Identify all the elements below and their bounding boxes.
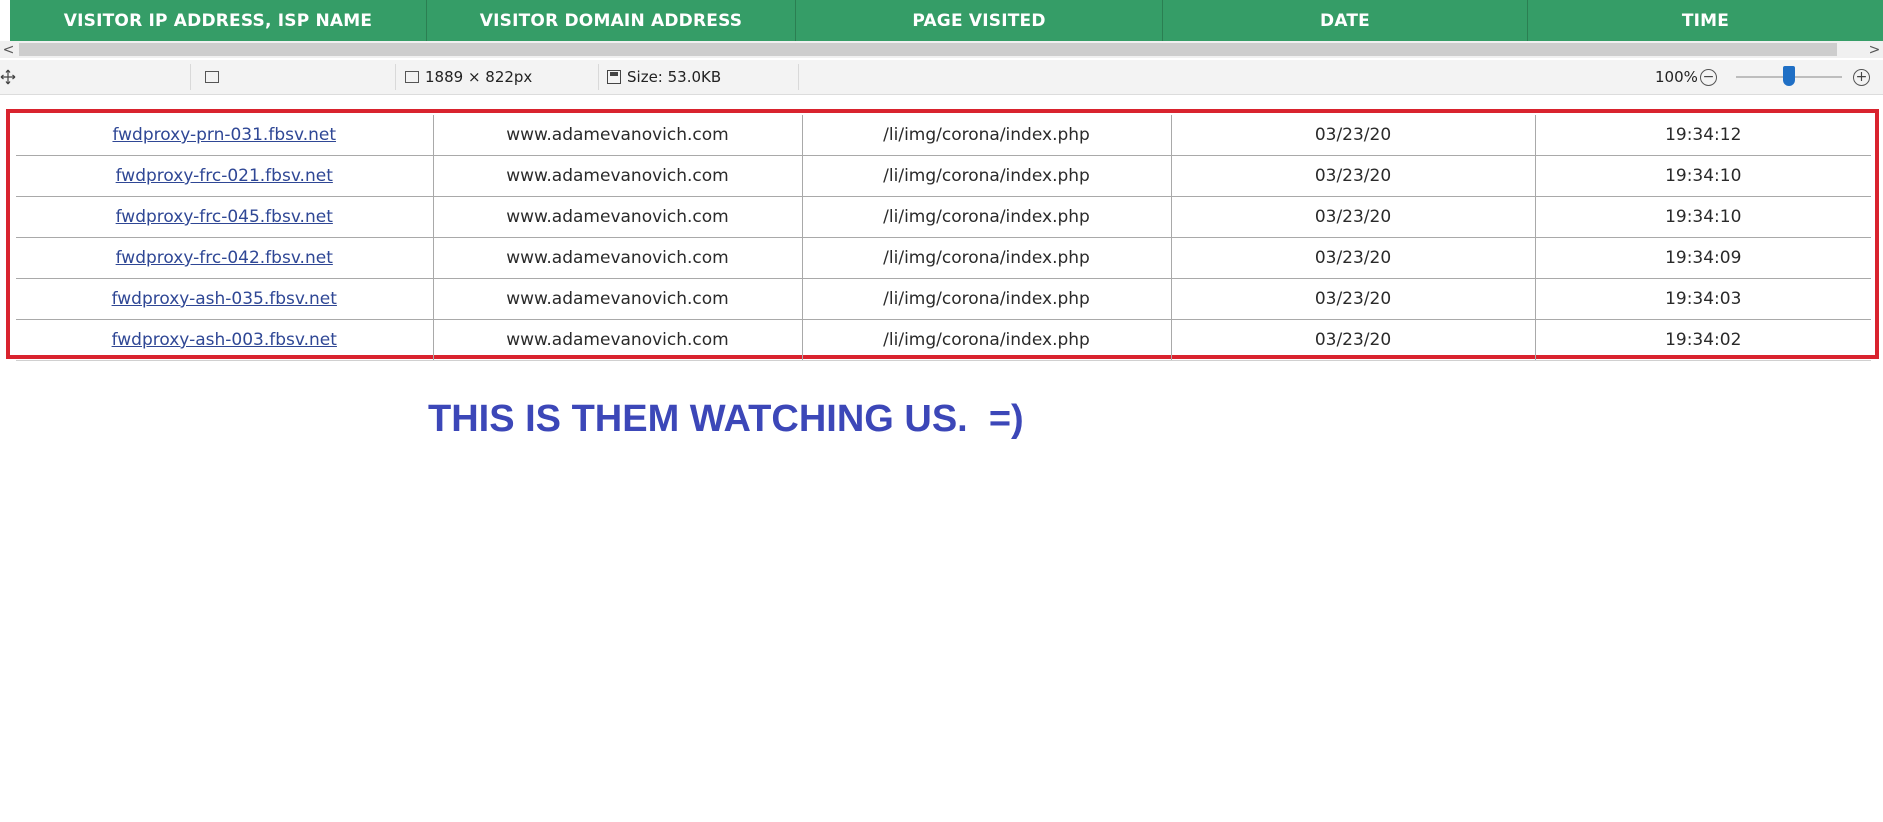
header-visitor-domain[interactable]: VISITOR DOMAIN ADDRESS (427, 0, 796, 41)
page-cell: /li/img/corona/index.php (802, 196, 1172, 238)
selection-icon (205, 60, 225, 94)
date-cell: 03/23/20 (1171, 278, 1536, 320)
table-row: fwdproxy-frc-042.fbsv.net www.adamevanov… (16, 237, 1871, 279)
table-header-row: VISITOR IP ADDRESS, ISP NAME VISITOR DOM… (10, 0, 1883, 41)
highlight-frame: fwdproxy-prn-031.fbsv.net www.adamevanov… (6, 109, 1879, 361)
time-cell: 19:34:10 (1535, 155, 1871, 197)
annotation-caption: THIS IS THEM WATCHING US. =) (428, 398, 1024, 440)
time-cell: 19:34:03 (1535, 278, 1871, 320)
dimensions-text: 1889 × 822px (425, 68, 533, 86)
status-separator (798, 64, 799, 90)
header-page-visited[interactable]: PAGE VISITED (796, 0, 1163, 41)
file-size-text: Size: 53.0KB (627, 68, 722, 86)
table-row: fwdproxy-ash-003.fbsv.net www.adamevanov… (16, 319, 1871, 361)
date-cell: 03/23/20 (1171, 319, 1536, 361)
zoom-slider-thumb[interactable] (1783, 66, 1795, 86)
date-cell: 03/23/20 (1171, 155, 1536, 197)
table-row: fwdproxy-ash-035.fbsv.net www.adamevanov… (16, 278, 1871, 320)
zoom-in-icon[interactable]: + (1853, 68, 1870, 86)
header-time[interactable]: TIME (1528, 0, 1883, 41)
domain-cell: www.adamevanovich.com (433, 115, 803, 156)
horizontal-scrollbar[interactable]: < > (0, 41, 1883, 58)
page-cell: /li/img/corona/index.php (802, 115, 1172, 156)
save-disk-icon (607, 70, 621, 84)
table-header-bar: VISITOR IP ADDRESS, ISP NAME VISITOR DOM… (0, 0, 1883, 41)
date-cell: 03/23/20 (1171, 237, 1536, 279)
zoom-out-button[interactable]: − (1700, 60, 1717, 94)
zoom-in-button[interactable]: + (1853, 60, 1870, 94)
page-cell: /li/img/corona/index.php (802, 319, 1172, 361)
date-cell: 03/23/20 (1171, 115, 1536, 156)
dimensions-icon (405, 71, 419, 83)
header-visitor-ip[interactable]: VISITOR IP ADDRESS, ISP NAME (10, 0, 427, 41)
zoom-level: 100% (1655, 68, 1698, 86)
time-cell: 19:34:09 (1535, 237, 1871, 279)
isp-link[interactable]: fwdproxy-prn-031.fbsv.net (16, 115, 434, 156)
isp-link[interactable]: fwdproxy-frc-021.fbsv.net (16, 155, 434, 197)
domain-cell: www.adamevanovich.com (433, 155, 803, 197)
domain-cell: www.adamevanovich.com (433, 237, 803, 279)
isp-link[interactable]: fwdproxy-ash-035.fbsv.net (16, 278, 434, 320)
isp-link[interactable]: fwdproxy-frc-045.fbsv.net (16, 196, 434, 238)
move-icon[interactable] (0, 60, 16, 94)
status-bar: 1889 × 822px Size: 53.0KB 100% − + (0, 60, 1883, 95)
image-dimensions: 1889 × 822px (405, 60, 532, 94)
isp-link[interactable]: fwdproxy-frc-042.fbsv.net (16, 237, 434, 279)
page-cell: /li/img/corona/index.php (802, 278, 1172, 320)
status-separator (395, 64, 396, 90)
isp-link[interactable]: fwdproxy-ash-003.fbsv.net (16, 319, 434, 361)
time-cell: 19:34:10 (1535, 196, 1871, 238)
table-row: fwdproxy-prn-031.fbsv.net www.adamevanov… (16, 115, 1871, 156)
table-row: fwdproxy-frc-021.fbsv.net www.adamevanov… (16, 155, 1871, 197)
status-separator (190, 64, 191, 90)
visitor-log-table: fwdproxy-prn-031.fbsv.net www.adamevanov… (16, 115, 1871, 361)
scrollbar-thumb[interactable] (19, 43, 1837, 56)
page-cell: /li/img/corona/index.php (802, 155, 1172, 197)
status-separator (598, 64, 599, 90)
domain-cell: www.adamevanovich.com (433, 196, 803, 238)
table-row: fwdproxy-frc-045.fbsv.net www.adamevanov… (16, 196, 1871, 238)
scroll-left-arrow[interactable]: < (0, 41, 17, 58)
time-cell: 19:34:12 (1535, 115, 1871, 156)
domain-cell: www.adamevanovich.com (433, 278, 803, 320)
page-cell: /li/img/corona/index.php (802, 237, 1172, 279)
date-cell: 03/23/20 (1171, 196, 1536, 238)
header-date[interactable]: DATE (1163, 0, 1528, 41)
domain-cell: www.adamevanovich.com (433, 319, 803, 361)
scroll-right-arrow[interactable]: > (1866, 41, 1883, 58)
file-size: Size: 53.0KB (607, 60, 721, 94)
time-cell: 19:34:02 (1535, 319, 1871, 361)
zoom-out-icon[interactable]: − (1700, 68, 1717, 86)
